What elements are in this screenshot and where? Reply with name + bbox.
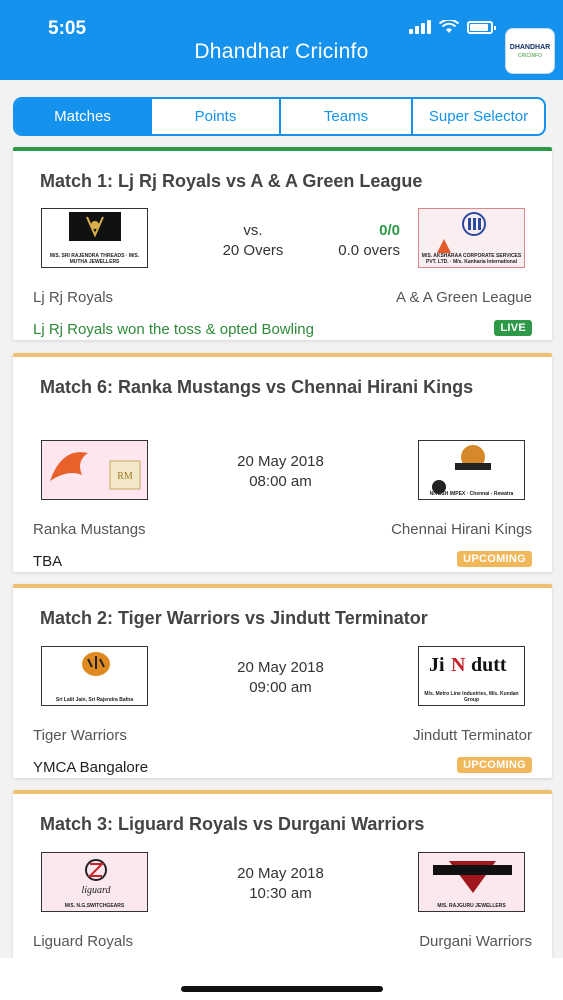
upcoming-badge: UPCOMING (457, 757, 532, 773)
team2-name: A & A Green League (396, 289, 532, 306)
app-header: 5:05 Dhandhar Cricinfo DHANDHAR CRICINFO (0, 0, 563, 80)
team2-logo-caption: M/S. AKSHARAA CORPORATE SERVICES PVT. LT… (421, 253, 522, 265)
tab-matches[interactable]: Matches (15, 99, 150, 134)
team2-logo: M/S. RAJGURU JEWELLERS (418, 852, 525, 912)
upcoming-badge: UPCOMING (457, 551, 532, 567)
svg-text:dutt: dutt (471, 654, 507, 676)
team1-logo: RM (41, 440, 148, 500)
app-logo-subtext: CRICINFO (517, 52, 543, 59)
match-title: Match 3: Liguard Royals vs Durgani Warri… (40, 814, 425, 834)
bottom-safe-area (0, 958, 563, 1000)
team2-logo: NIVESH IMPEX · Chennai - Rewatra (418, 440, 525, 500)
app-logo-text: DHANDHAR (509, 43, 551, 51)
battery-icon (467, 20, 496, 34)
svg-text:RM: RM (117, 471, 133, 482)
team2-logo: Ji N dutt M/s. Metro Line Industries, M/… (418, 646, 525, 706)
team1-logo-caption: M/S. SRI RAJENDRA THREADS · M/S. MUTHA J… (49, 253, 140, 265)
team2-name: Jindutt Terminator (413, 727, 532, 744)
team1-logo: M/S. SRI RAJENDRA THREADS · M/S. MUTHA J… (41, 208, 148, 268)
match-datetime: 20 May 2018 09:00 am (213, 658, 348, 698)
tab-super-selector[interactable]: Super Selector (411, 99, 544, 134)
match-card[interactable]: Match 6: Ranka Mustangs vs Chennai Hiran… (13, 353, 552, 572)
wifi-icon (439, 20, 459, 33)
status-icons (409, 20, 496, 34)
team2-logo-caption: M/s. Metro Line Industries, M/s. Kundan … (424, 691, 519, 703)
match-datetime: 20 May 2018 10:30 am (213, 864, 348, 904)
match-time: 09:00 am (249, 679, 312, 696)
match-title: Match 2: Tiger Warriors vs Jindutt Termi… (40, 608, 428, 628)
team2-logo-caption: NIVESH IMPEX · Chennai - Rewatra (429, 491, 514, 497)
match-score-info: 0/0 0.0 overs (313, 221, 413, 261)
team2-name: Durgani Warriors (419, 933, 532, 950)
match-time: 08:00 am (249, 473, 312, 490)
team1-name: Lj Rj Royals (33, 289, 114, 306)
overs-label: 20 Overs (222, 242, 284, 259)
signal-icon (409, 20, 431, 34)
home-indicator[interactable] (181, 986, 383, 992)
team2-logo: M/S. AKSHARAA CORPORATE SERVICES PVT. LT… (418, 208, 525, 268)
venue: TBA (33, 553, 63, 570)
team2-logo-caption: M/S. RAJGURU JEWELLERS (437, 903, 506, 909)
team1-logo-caption: M/S. N.G.SWITCHGEARS (64, 903, 125, 909)
score: 0/0 (379, 222, 400, 239)
app-logo[interactable]: DHANDHAR CRICINFO (505, 28, 555, 74)
match-time: 10:30 am (249, 885, 312, 902)
live-badge: LIVE (494, 320, 532, 336)
match-datetime: 20 May 2018 08:00 am (213, 452, 348, 492)
team1-logo: liguard M/S. N.G.SWITCHGEARS (41, 852, 148, 912)
match-date: 20 May 2018 (237, 865, 324, 882)
segmented-tabs: Matches Points Teams Super Selector (13, 97, 546, 136)
team1-logo-caption: Sri Lalit Jain, Sri Rajendra Bafna (55, 697, 134, 703)
tab-points[interactable]: Points (150, 99, 279, 134)
match-vs-info: vs. 20 Overs (213, 221, 293, 261)
vs-label: vs. (243, 222, 263, 239)
mustang-icon: RM (50, 452, 141, 490)
match-date: 20 May 2018 (237, 659, 324, 676)
svg-text:liguard: liguard (81, 885, 111, 896)
team2-name: Chennai Hirani Kings (391, 521, 532, 538)
match-card[interactable]: Match 2: Tiger Warriors vs Jindutt Termi… (13, 584, 552, 778)
score-overs: 0.0 overs (338, 242, 400, 259)
match-title: Match 1: Lj Rj Royals vs A & A Green Lea… (40, 171, 423, 191)
svg-text:N: N (451, 654, 466, 676)
match-card[interactable]: Match 1: Lj Rj Royals vs A & A Green Lea… (13, 147, 552, 340)
match-date: 20 May 2018 (237, 453, 324, 470)
toss-status: Lj Rj Royals won the toss & opted Bowlin… (33, 321, 314, 338)
team1-name: Ranka Mustangs (33, 521, 146, 538)
venue: YMCA Bangalore (33, 759, 149, 776)
team1-logo: Sri Lalit Jain, Sri Rajendra Bafna (41, 646, 148, 706)
team1-name: Liguard Royals (33, 933, 134, 950)
match-title: Match 6: Ranka Mustangs vs Chennai Hiran… (40, 377, 474, 397)
status-time: 5:05 (48, 18, 87, 39)
app-title: Dhandhar Cricinfo (194, 40, 369, 63)
tab-teams[interactable]: Teams (279, 99, 411, 134)
svg-text:Ji: Ji (429, 654, 445, 676)
team1-name: Tiger Warriors (33, 727, 127, 744)
